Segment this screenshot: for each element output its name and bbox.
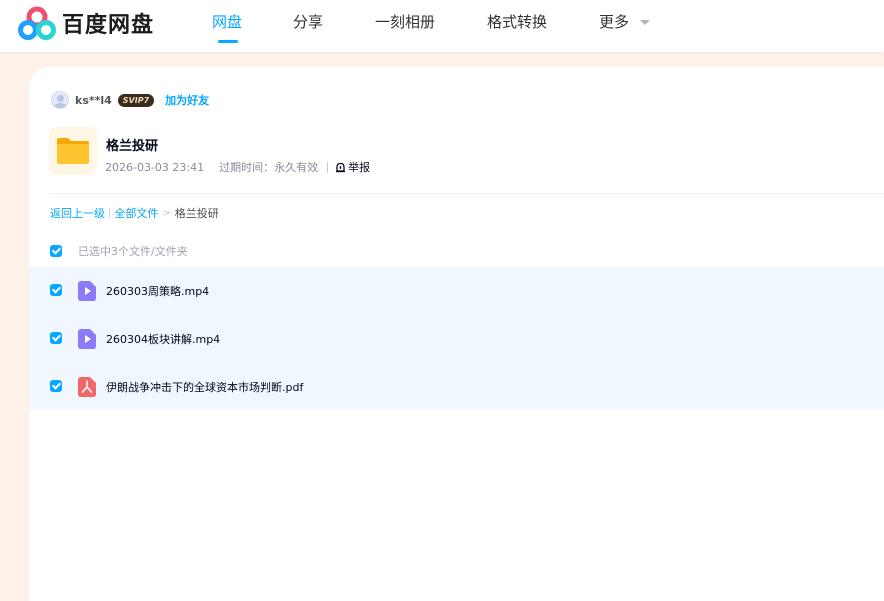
nav-item-more[interactable]: 更多: [599, 11, 629, 32]
report-icon: [336, 162, 346, 172]
avatar[interactable]: [51, 91, 69, 109]
breadcrumb-back[interactable]: 返回上一级: [50, 205, 105, 221]
nav-item-album[interactable]: 一刻相册: [375, 11, 435, 32]
share-card: ks**l4 SVIP7 加为好友 格兰投研 2026-03-03 23:41 …: [29, 67, 884, 601]
report-label: 举报: [348, 161, 371, 174]
file-row[interactable]: 260304板块讲解.mp4: [29, 315, 884, 363]
select-all-checkbox[interactable]: [50, 245, 62, 257]
nav-active-indicator: [218, 40, 238, 43]
file-checkbox[interactable]: [50, 380, 62, 392]
folder-icon: [57, 138, 89, 164]
nav-item-netdisk[interactable]: 网盘: [212, 11, 242, 32]
file-name[interactable]: 260303周策略.mp4: [106, 283, 209, 299]
main-nav: 网盘 分享 一刻相册 格式转换 更多: [0, 0, 884, 52]
breadcrumb-separator: |: [108, 207, 112, 219]
file-row[interactable]: 伊朗战争冲击下的全球资本市场判断.pdf: [29, 363, 884, 411]
chevron-down-icon[interactable]: [640, 20, 650, 25]
video-file-icon: [78, 329, 96, 349]
nav-item-share[interactable]: 分享: [293, 11, 323, 32]
file-checkbox[interactable]: [50, 332, 62, 344]
owner-name[interactable]: ks**l4: [75, 94, 112, 107]
pdf-file-icon: [78, 377, 96, 397]
share-date: 2026-03-03 23:41: [105, 160, 205, 174]
breadcrumb-current: 格兰投研: [174, 207, 219, 220]
meta-divider: [327, 161, 329, 173]
breadcrumb-arrow: >: [162, 207, 171, 219]
file-name[interactable]: 伊朗战争冲击下的全球资本市场判断.pdf: [106, 379, 303, 395]
nav-item-convert[interactable]: 格式转换: [487, 11, 547, 32]
divider: [49, 193, 884, 194]
share-meta: 2026-03-03 23:41 过期时间：永久有效 举报: [105, 159, 370, 175]
owner-row: ks**l4 SVIP7 加为好友: [51, 91, 209, 109]
breadcrumb: 返回上一级 | 全部文件 > 格兰投研: [50, 205, 219, 221]
selection-summary: 已选中3个文件/文件夹: [78, 245, 188, 258]
add-friend-link[interactable]: 加为好友: [165, 92, 209, 108]
file-name[interactable]: 260304板块讲解.mp4: [106, 331, 220, 347]
file-list: 260303周策略.mp4 260304板块讲解.mp4 伊朗战争冲击下的全球资…: [29, 267, 884, 410]
video-file-icon: [78, 281, 96, 301]
share-title: 格兰投研: [106, 139, 159, 154]
report-button[interactable]: 举报: [335, 159, 370, 175]
select-all-row: 已选中3个文件/文件夹: [50, 243, 188, 259]
top-bar: 百度网盘 网盘 分享 一刻相册 格式转换 更多: [0, 0, 884, 52]
breadcrumb-all-files[interactable]: 全部文件: [114, 205, 158, 221]
file-row[interactable]: 260303周策略.mp4: [29, 267, 884, 315]
file-checkbox[interactable]: [50, 284, 62, 296]
expire-info: 过期时间：永久有效: [219, 161, 319, 174]
share-folder-thumbnail: [49, 127, 97, 175]
vip-badge: SVIP7: [117, 93, 155, 107]
